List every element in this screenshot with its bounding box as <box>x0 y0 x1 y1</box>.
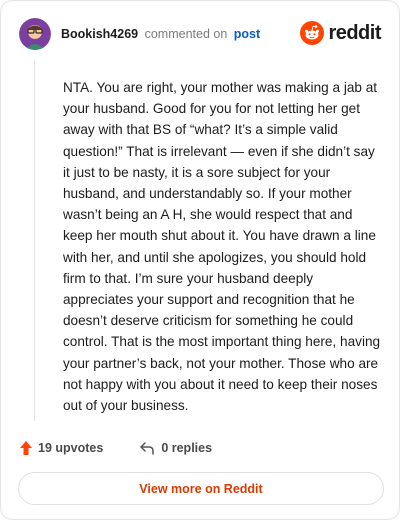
comment-verb: commented on <box>144 26 228 41</box>
replies-button[interactable]: 0 replies <box>139 441 212 455</box>
reply-icon <box>140 442 155 455</box>
upvote-count: 19 upvotes <box>38 441 104 455</box>
comment-header: Bookish4269 commented on post reddit <box>19 17 383 51</box>
upvote-button[interactable]: 19 upvotes <box>19 440 103 456</box>
comment-meta: Bookish4269 commented on post <box>61 28 260 41</box>
reddit-logo-icon <box>300 21 325 45</box>
username-link[interactable]: Bookish4269 <box>61 27 138 41</box>
comment-body: NTA. You are right, your mother was maki… <box>63 80 381 414</box>
brand-wordmark: reddit <box>328 21 381 44</box>
thread-line <box>34 61 35 421</box>
comment-actions: 19 upvotes 0 replies <box>19 438 212 458</box>
post-link[interactable]: post <box>234 27 260 41</box>
embedded-comment-card: Bookish4269 commented on post reddit NTA… <box>0 0 400 520</box>
reply-count: 0 replies <box>161 441 213 455</box>
view-more-button[interactable]: View more on Reddit <box>18 472 384 505</box>
avatar[interactable] <box>19 18 51 50</box>
reddit-logo[interactable]: reddit <box>300 21 381 45</box>
upvote-arrow-icon <box>20 441 32 455</box>
